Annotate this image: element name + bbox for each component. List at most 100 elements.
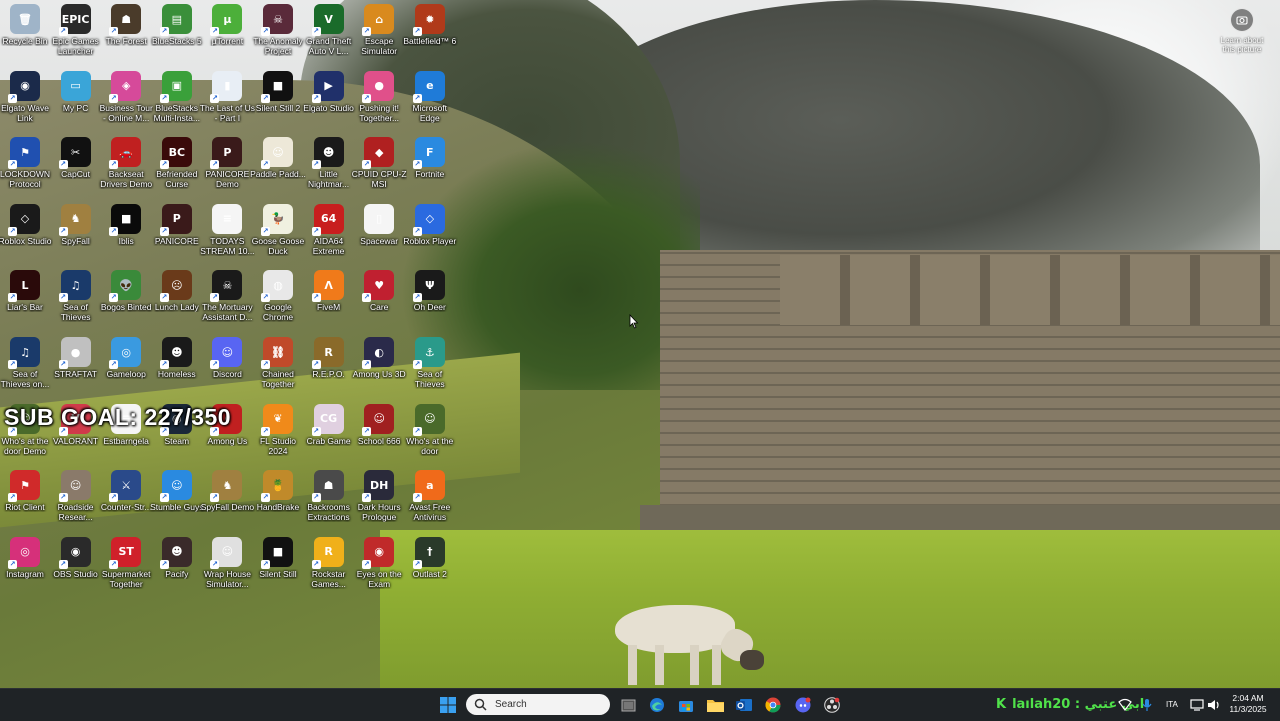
desktop-icon-iblis[interactable]: ■ ↗ Iblis xyxy=(102,200,150,266)
desktop-icon-straftat[interactable]: ● ↗ STRAFTAT xyxy=(52,333,100,399)
desktop-icon-lockdown-protocol[interactable]: ⚑ ↗ LOCKDOWN Protocol xyxy=(0,133,50,199)
desktop-icon-roblox-player[interactable]: ◇ ↗ Roblox Player xyxy=(403,200,456,266)
desktop-icon-little-nightmar[interactable]: ☻ ↗ Little Nightmar... xyxy=(305,133,353,199)
desktop-icon-school-666[interactable]: ☺ ↗ School 666 xyxy=(355,400,403,466)
taskbar-outlook-button[interactable] xyxy=(733,694,755,716)
desktop-icon-label: Sea of Thieves xyxy=(414,369,445,389)
desktop-icon-crab-game[interactable]: CG ↗ Crab Game xyxy=(305,400,353,466)
desktop-icon-discord[interactable]: ☺ ↗ Discord xyxy=(203,333,251,399)
desktop-icon-torrent[interactable]: µ ↗ µTorrent xyxy=(203,0,251,66)
taskbar-chrome-button[interactable] xyxy=(762,694,784,716)
desktop-icon-handbrake[interactable]: 🍍 ↗ HandBrake xyxy=(254,466,302,532)
desktop-icon-silent-still-2[interactable]: ■ ↗ Silent Still 2 xyxy=(254,67,302,133)
display-icon[interactable] xyxy=(1190,698,1204,712)
desktop-icon-counter-str[interactable]: ⚔ ↗ Counter-Str... xyxy=(101,466,151,532)
desktop-icon-escape-simulator[interactable]: ⌂ ↗ Escape Simulator xyxy=(355,0,403,66)
desktop-icon-bogos-binted[interactable]: 👽 ↗ Bogos Binted xyxy=(101,266,151,332)
speaker-icon[interactable] xyxy=(1207,698,1221,712)
desktop-icon-aida64-extreme[interactable]: 64 ↗ AIDA64 Extreme xyxy=(305,200,353,266)
desktop-icon-the-forest[interactable]: ☗ ↗ The Forest xyxy=(102,0,150,66)
desktop-icon-homeless[interactable]: ☻ ↗ Homeless xyxy=(153,333,201,399)
shortcut-arrow-icon: ↗ xyxy=(159,160,169,170)
desktop-icon-panicore[interactable]: P ↗ PANICORE xyxy=(153,200,201,266)
desktop-icon-roadside-resear[interactable]: ☺ ↗ Roadside Resear... xyxy=(52,466,100,532)
desktop-icon-paddle-padd[interactable]: ☺ ↗ Paddle Padd... xyxy=(250,133,306,199)
desktop-icon-r-e-p-o[interactable]: R ↗ R.E.P.O. xyxy=(305,333,353,399)
desktop-icon-my-pc[interactable]: ▭ My PC xyxy=(52,67,100,133)
desktop-icon-backrooms-extractions[interactable]: ☗ ↗ Backrooms Extractions xyxy=(305,466,353,532)
desktop-icon-bluestacks-multi-insta[interactable]: ▣ ↗ BlueStacks Multi-Insta... xyxy=(153,67,201,133)
desktop-icon-grand-theft-auto-v-l[interactable]: V ↗ Grand Theft Auto V L... xyxy=(305,0,353,66)
desktop-icon-pacify[interactable]: ☻ ↗ Pacify xyxy=(153,533,201,599)
icon-glyph: ◆ xyxy=(374,145,384,159)
desktop-icon-bluestacks-5[interactable]: ▤ ↗ BlueStacks 5 xyxy=(152,0,202,66)
desktop-icon-the-last-of-us-part-i[interactable]: ▮ ↗ The Last of Us - Part I xyxy=(200,67,255,133)
taskbar-discord-button[interactable] xyxy=(792,694,814,716)
desktop-icon-care[interactable]: ♥ ↗ Care xyxy=(355,266,403,332)
desktop-icon-todays-stream-10[interactable]: ≡ TODAYS STREAM 10... xyxy=(200,200,255,266)
taskbar-edge-button[interactable] xyxy=(646,694,668,716)
taskbar-store-button[interactable] xyxy=(675,694,697,716)
desktop-icon-fortnite[interactable]: F ↗ Fortnite xyxy=(406,133,454,199)
desktop-icon-spyfall[interactable]: ♞ ↗ SpyFall xyxy=(52,200,100,266)
taskbar-search-box[interactable]: Search xyxy=(466,694,610,715)
taskbar-file-explorer-button[interactable] xyxy=(704,694,726,716)
desktop-icon-the-anomaly-project[interactable]: ☠ ↗ The Anomaly Project xyxy=(253,0,303,66)
desktop-icon-eyes-on-the-exam[interactable]: ◉ ↗ Eyes on the Exam xyxy=(355,533,403,599)
network-icon[interactable] xyxy=(1118,698,1132,712)
desktop-icon-oh-deer[interactable]: Ψ ↗ Oh Deer xyxy=(406,266,454,332)
desktop-icon-the-mortuary-assistant-d[interactable]: ☠ ↗ The Mortuary Assistant D... xyxy=(202,266,253,332)
desktop-icon-gameloop[interactable]: ◎ ↗ Gameloop xyxy=(102,333,150,399)
start-button[interactable] xyxy=(437,694,459,716)
desktop-icon-microsoft-edge[interactable]: e ↗ Microsoft Edge xyxy=(406,67,454,133)
desktop-icon-silent-still[interactable]: ■ ↗ Silent Still xyxy=(254,533,302,599)
desktop-icon-elgato-studio[interactable]: ▶ ↗ Elgato Studio xyxy=(303,67,354,133)
desktop-icon-sea-of-thieves-on[interactable]: ♫ ↗ Sea of Thieves on... xyxy=(1,333,49,399)
taskbar-clock[interactable]: 2:04 AM 11/3/2025 xyxy=(1224,693,1272,715)
desktop-icon-fl-studio-2024[interactable]: ❦ ↗ FL Studio 2024 xyxy=(254,400,302,466)
desktop-icon-spyfall-demo[interactable]: ♞ ↗ SpyFall Demo xyxy=(201,466,254,532)
desktop-icon-who-s-at-the-door[interactable]: ☺ ↗ Who's at the door xyxy=(406,400,454,466)
desktop-icon-lunch-lady[interactable]: ☹ ↗ Lunch Lady xyxy=(153,266,201,332)
desktop-icon-liar-s-bar[interactable]: L ↗ Liar's Bar xyxy=(1,266,49,332)
microphone-icon[interactable] xyxy=(1140,698,1154,712)
desktop-icon-roblox-studio[interactable]: ◇ ↗ Roblox Studio xyxy=(0,200,51,266)
taskbar-obs-button[interactable] xyxy=(821,694,843,716)
desktop-icon-cpuid-cpu-z-msi[interactable]: ◆ ↗ CPUID CPU-Z MSI xyxy=(352,133,407,199)
desktop-icon-sea-of-thieves[interactable]: ♫ ↗ Sea of Thieves xyxy=(52,266,100,332)
desktop-icon-elgato-wave-link[interactable]: ◉ ↗ Elgato Wave Link xyxy=(1,67,49,133)
desktop-icon-pushing-it-together[interactable]: ● ↗ Pushing it! Together... xyxy=(355,67,403,133)
desktop-icon-wrap-house-simulator[interactable]: ☺ ↗ Wrap House Simulator... xyxy=(203,533,251,599)
desktop-icon-sea-of-thieves[interactable]: ⚓ ↗ Sea of Thieves xyxy=(406,333,454,399)
desktop-icon-business-tour-online-m[interactable]: ◈ ↗ Business Tour - Online M... xyxy=(100,67,153,133)
straftat-icon: ● ↗ xyxy=(58,337,91,369)
desktop-icon-avast-free-antivirus[interactable]: a ↗ Avast Free Antivirus xyxy=(406,466,454,532)
desktop-icon-among-us-3d[interactable]: ◐ ↗ Among Us 3D xyxy=(353,333,406,399)
desktop-icon-instagram[interactable]: ◎ ↗ Instagram xyxy=(1,533,49,599)
desktop-icon-outlast-2[interactable]: † ↗ Outlast 2 xyxy=(406,533,454,599)
desktop-icon-spacewar[interactable]: ▯ Spacewar xyxy=(355,200,403,266)
learn-about-picture-button[interactable]: Learn about this picture xyxy=(1214,8,1270,54)
keyboard-language[interactable]: ITA xyxy=(1166,700,1178,709)
shortcut-arrow-icon: ↗ xyxy=(210,559,220,569)
desktop-icon-stumble-guys[interactable]: ☺ ↗ Stumble Guys xyxy=(150,466,203,532)
icon-glyph: ● xyxy=(374,79,384,93)
desktop-icon-capcut[interactable]: ✂ ↗ CapCut xyxy=(52,133,100,199)
desktop-icon-riot-client[interactable]: ⚑ ↗ Riot Client xyxy=(1,466,49,532)
bluestacks-5-icon: ▤ ↗ xyxy=(159,4,192,36)
desktop-icon-befriended-curse[interactable]: BC ↗ Befriended Curse xyxy=(153,133,201,199)
desktop-icon-chained-together[interactable]: ⛓ ↗ Chained Together xyxy=(254,333,302,399)
desktop-icon-epic-games-launcher[interactable]: EPIC ↗ Epic Games Launcher xyxy=(52,0,100,66)
desktop-icon-backseat-drivers-demo[interactable]: 🚗 ↗ Backseat Drivers Demo xyxy=(100,133,152,199)
desktop-icon-supermarket-together[interactable]: ST ↗ Supermarket Together xyxy=(102,533,151,599)
desktop-icon-dark-hours-prologue[interactable]: DH ↗ Dark Hours Prologue xyxy=(355,466,403,532)
desktop-icon-battlefield-6[interactable]: ✹ ↗ Battlefield™ 6 xyxy=(403,0,456,66)
taskbar-task-view-button[interactable] xyxy=(617,694,639,716)
desktop-icon-fivem[interactable]: Λ ↗ FiveM xyxy=(305,266,353,332)
desktop-icon-rockstar-games[interactable]: R ↗ Rockstar Games... xyxy=(305,533,353,599)
desktop-icon-obs-studio[interactable]: ◉ ↗ OBS Studio xyxy=(52,533,100,599)
desktop-icon-panicore-demo[interactable]: P ↗ PANICORE Demo xyxy=(203,133,251,199)
desktop-icon-recycle-bin[interactable]: 🗑 Recycle Bin xyxy=(1,0,49,66)
desktop-icon-goose-goose-duck[interactable]: 🦆 ↗ Goose Goose Duck xyxy=(252,200,304,266)
desktop-icon-google-chrome[interactable]: ◍ ↗ Google Chrome xyxy=(254,266,302,332)
